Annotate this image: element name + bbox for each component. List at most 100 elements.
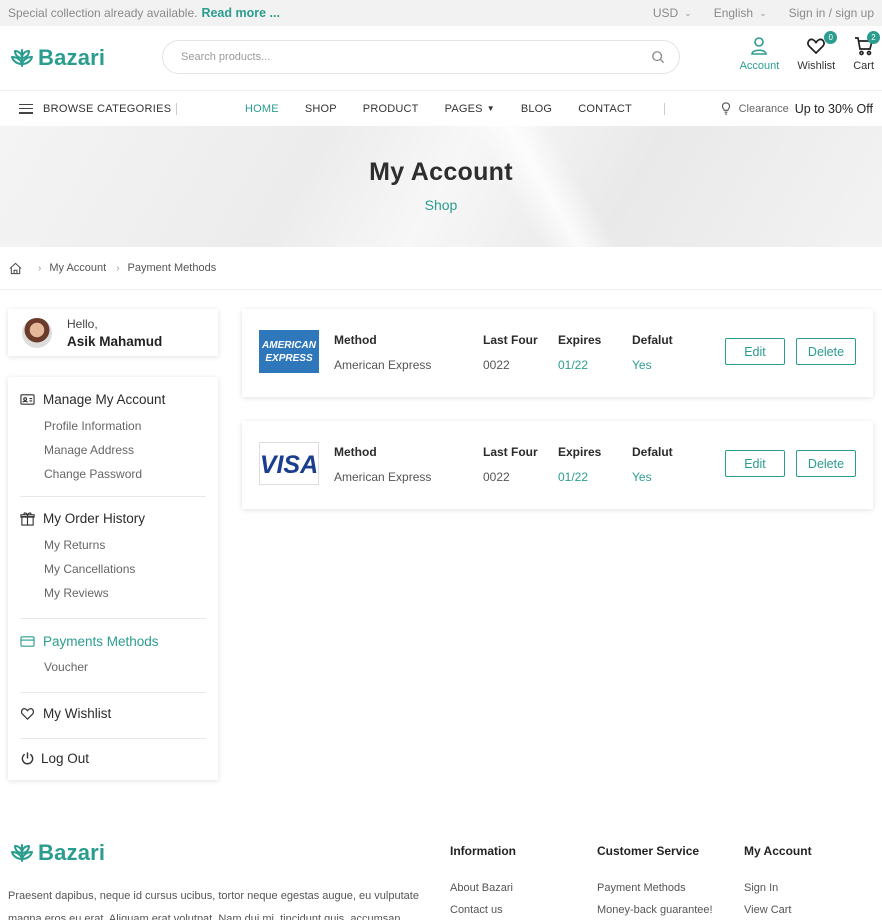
menu-icon — [19, 103, 33, 114]
default-value: Yes — [632, 470, 652, 484]
power-icon — [21, 752, 34, 765]
chevron-right-icon: › — [116, 262, 120, 274]
sidebar-manage-address[interactable]: Manage Address — [44, 443, 134, 457]
sidebar-divider — [20, 738, 206, 739]
sidebar-divider — [20, 496, 206, 497]
leaf-logo-icon — [11, 844, 33, 862]
browse-categories-button[interactable]: BROWSE CATEGORIES — [19, 103, 171, 115]
last-four-header: Last Four — [483, 333, 538, 347]
nav-pages[interactable]: PAGES ▼ — [445, 103, 495, 115]
sidebar-profile-information[interactable]: Profile Information — [44, 419, 141, 433]
language-select[interactable]: English ⌄ — [714, 6, 767, 20]
default-header: Defalut — [632, 333, 673, 347]
sidebar-order-history[interactable]: My Order History — [20, 511, 145, 526]
account-button[interactable]: Account — [740, 36, 779, 72]
sidebar-manage-account[interactable]: Manage My Account — [20, 392, 165, 407]
footer-description: Praesent dapibus, neque id cursus ucibus… — [8, 890, 419, 920]
currency-select[interactable]: USD ⌄ — [653, 6, 692, 20]
sidebar-divider — [20, 692, 206, 693]
footer-information: Information About Bazari Contact us — [450, 844, 516, 920]
method-value: American Express — [334, 470, 432, 484]
profile-card: Hello, Asik Mahamud — [8, 309, 218, 356]
account-sidebar: Manage My Account Profile Information Ma… — [8, 377, 218, 780]
breadcrumb: › My Account › Payment Methods — [0, 247, 882, 290]
sidebar-voucher[interactable]: Voucher — [44, 660, 88, 674]
search-icon[interactable] — [651, 50, 665, 64]
clearance-promo[interactable]: Clearance Up to 30% Off — [720, 102, 873, 116]
last-four-value: 0022 — [483, 470, 510, 484]
sidebar-log-out[interactable]: Log Out — [20, 751, 89, 766]
page-subtitle-link[interactable]: Shop — [0, 197, 882, 213]
heart-icon — [20, 708, 35, 720]
sidebar-my-wishlist[interactable]: My Wishlist — [20, 706, 111, 721]
expires-header: Expires — [558, 445, 602, 459]
chevron-down-icon: ⌄ — [684, 7, 692, 18]
main-nav: BROWSE CATEGORIES HOME SHOP PRODUCT PAGE… — [0, 90, 882, 126]
delete-button[interactable]: Delete — [796, 450, 856, 477]
home-icon[interactable] — [9, 262, 22, 275]
method-header: Method — [334, 333, 377, 347]
footer-link[interactable]: Sign In — [744, 882, 812, 894]
sidebar-my-reviews[interactable]: My Reviews — [44, 586, 109, 600]
breadcrumb-my-account[interactable]: My Account — [49, 262, 106, 274]
promo-text: Special collection already available. — [8, 6, 198, 20]
sidebar-my-returns[interactable]: My Returns — [44, 538, 105, 552]
logo[interactable]: Bazari — [10, 45, 105, 71]
brand-name: Bazari — [38, 45, 106, 70]
footer-link[interactable]: Payment Methods — [597, 882, 713, 894]
cart-button[interactable]: 2 Cart — [853, 31, 880, 72]
footer-link[interactable]: About Bazari — [450, 882, 516, 894]
nav-contact[interactable]: CONTACT — [578, 103, 632, 115]
search-bar — [162, 40, 680, 74]
visa-logo: VISA — [259, 442, 319, 485]
footer-link[interactable]: View Cart — [744, 904, 812, 916]
breadcrumb-current: Payment Methods — [127, 262, 217, 274]
footer-column-title: My Account — [744, 844, 812, 858]
edit-button[interactable]: Edit — [725, 338, 785, 365]
nav-home[interactable]: HOME — [245, 103, 279, 115]
expires-value: 01/22 — [558, 470, 589, 484]
greeting: Hello, — [67, 316, 98, 331]
last-four-value: 0022 — [483, 358, 510, 372]
footer-my-account: My Account Sign In View Cart — [744, 844, 812, 920]
gift-icon — [20, 512, 35, 526]
nav-product[interactable]: PRODUCT — [363, 103, 419, 115]
nav-blog[interactable]: BLOG — [521, 103, 552, 115]
amex-logo: AMERICAN EXPRESS — [259, 330, 319, 373]
footer-logo[interactable]: Bazari — [10, 840, 105, 866]
id-card-icon — [20, 394, 35, 405]
sidebar-divider — [20, 618, 206, 619]
chevron-right-icon: › — [38, 262, 42, 274]
top-bar: Special collection already available. Re… — [0, 0, 882, 26]
user-icon — [751, 37, 768, 55]
nav-divider — [664, 103, 665, 115]
footer-link[interactable]: Contact us — [450, 904, 516, 916]
payment-card-amex: AMERICAN EXPRESS Method American Express… — [242, 309, 873, 397]
search-input[interactable] — [181, 51, 651, 63]
footer-column-title: Customer Service — [597, 844, 700, 858]
footer-link[interactable]: Money-back guarantee! — [597, 904, 713, 916]
default-header: Defalut — [632, 445, 673, 459]
delete-button[interactable]: Delete — [796, 338, 856, 365]
expires-value: 01/22 — [558, 358, 589, 372]
sidebar-payment-methods[interactable]: Payments Methods — [20, 634, 159, 649]
nav-shop[interactable]: SHOP — [305, 103, 337, 115]
credit-card-icon — [20, 636, 35, 647]
page-hero: My Account Shop — [0, 126, 882, 247]
edit-button[interactable]: Edit — [725, 450, 785, 477]
last-four-header: Last Four — [483, 445, 538, 459]
sidebar-my-cancellations[interactable]: My Cancellations — [44, 562, 135, 576]
page-title: My Account — [369, 158, 513, 186]
payment-card-visa: VISA Method American Express Last Four 0… — [242, 421, 873, 509]
sidebar-change-password[interactable]: Change Password — [44, 467, 142, 481]
header: Bazari Account 0 Wishlist 2 Cart — [0, 26, 882, 90]
avatar — [22, 317, 52, 348]
sign-in-link[interactable]: Sign in / sign up — [789, 6, 874, 20]
footer-customer-service: Customer Service Payment Methods Money-b… — [597, 844, 713, 920]
user-name: Asik Mahamud — [67, 333, 163, 349]
read-more-link[interactable]: Read more ... — [201, 6, 280, 20]
cart-count-badge: 2 — [867, 31, 880, 44]
expires-header: Expires — [558, 333, 602, 347]
chevron-down-icon: ▼ — [486, 104, 495, 113]
wishlist-button[interactable]: 0 Wishlist — [797, 31, 838, 72]
